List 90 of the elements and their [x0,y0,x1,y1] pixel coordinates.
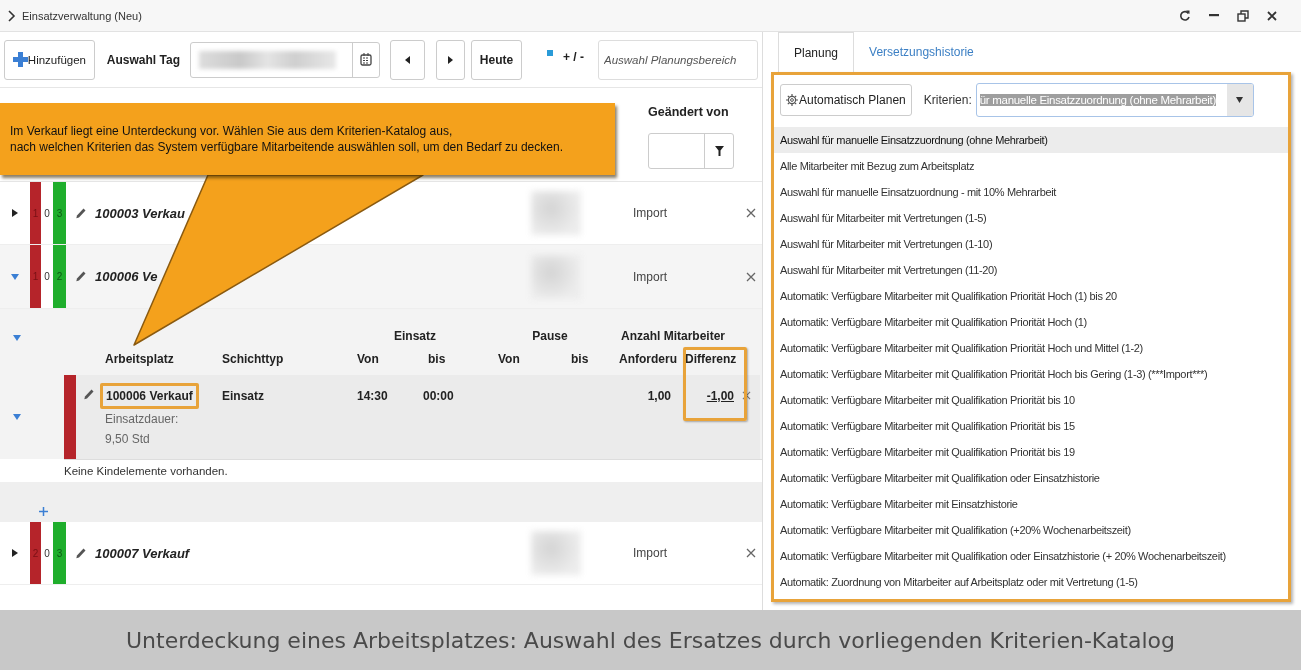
table-cell: 100006 Verkauf [106,389,193,403]
minimize-icon[interactable] [1209,14,1219,17]
dropdown-option[interactable]: Automatik: Verfügbare Mitarbeiter mit Qualifikation Priorität Hoch und Mittel (1-2) [774,335,1288,361]
column-header: bis [570,352,590,366]
column-header: Schichttyp [221,352,285,366]
restore-icon[interactable] [1237,9,1249,22]
refresh-icon[interactable] [1179,9,1191,22]
pencil-icon[interactable] [76,271,86,282]
dropdown-option[interactable]: Auswahl für manuelle Einsatzzuordnung (ohne Mehrarbeit) [774,127,1288,153]
group-header: Pause [531,329,569,343]
source-label: Import [633,269,667,284]
expand-collapse-toggle[interactable]: + / - [563,49,584,64]
column-header: Anforderu [618,352,678,366]
column-header: Arbeitsplatz [104,352,175,366]
count-badge: 2 [53,245,66,308]
close-icon[interactable] [746,271,756,282]
tab[interactable]: Planung [778,32,855,72]
empty-message: Keine Kindelemente vorhanden. [64,465,228,477]
pencil-icon[interactable] [76,547,86,559]
plus-icon [12,52,28,67]
dropdown-button[interactable] [1226,84,1253,116]
pencil-icon[interactable] [84,389,94,400]
dropdown-option[interactable]: Auswahl für Mitarbeiter mit Vertretungen (1-10) [774,231,1288,257]
selected-text: ür manuelle Einsatzzuordnung (ohne Mehrarbeit) [979,94,1216,106]
callout-text: Im Verkauf liegt eine Unterdeckung vor. Wählen Sie aus dem Kriterien-Katalog aus, [10,123,454,139]
toggle-square-icon[interactable] [547,49,553,56]
today-button[interactable]: Heute [470,39,523,80]
count-badge: 0 [41,245,53,308]
count-badge: 1 [30,245,41,308]
column-header: Geändert von [648,105,730,119]
dropdown-option[interactable]: Automatik: Verfügbare Mitarbeiter mit Einsatzhistorie [774,491,1288,517]
dropdown-option[interactable]: Automatik: Verfügbare Mitarbeiter mit Qualifikation (+20% Wochenarbeitszeit) [774,517,1288,543]
column-header: Von [356,352,380,366]
column-header: Von [497,352,521,366]
calendar-icon [360,53,373,66]
count-badge: 3 [53,182,66,244]
chevron-icon[interactable] [8,9,16,22]
gear-icon [786,94,798,106]
pencil-icon[interactable] [76,207,86,219]
auto-plan-button[interactable]: Automatisch Planen [780,84,912,116]
callout-text: nach welchen Kriterien das System verfügbare Mitarbeitende auswählen soll, um den Bedarf zu decken. [10,139,564,155]
dropdown-option[interactable]: Alle Mitarbeiter mit Bezug zum Arbeitsplatz [774,153,1288,179]
table-cell[interactable]: -1,00 [706,375,740,459]
column-header: bis [427,352,447,366]
source-label: Import [633,546,667,560]
table-cell-text: 1,00 [647,388,672,405]
dropdown-option[interactable]: Auswahl für manuelle Einsatzuordnung - mit 10% Mehrarbeit [774,179,1288,205]
left-arrow-icon [405,55,411,64]
dropdown-option[interactable]: Automatik: Verfügbare Mitarbeiter mit Qualifikation oder Einsatzhistorie [774,465,1288,491]
add-icon[interactable] [39,507,48,516]
caret-icon [1236,97,1244,103]
tab[interactable]: Versetzungshistorie [854,32,989,72]
close-icon[interactable] [1267,10,1277,21]
filter-icon [714,146,724,156]
group-header: Anzahl Mitarbeiter [620,329,726,343]
row-title: 100003 Verkau [95,205,186,221]
row-title: 100006 Ve [95,269,159,284]
close-icon[interactable] [746,548,756,558]
dropdown-option[interactable]: Automatik: Verfügbare Mitarbeiter mit Qualifikation Priorität Hoch bis Gering (1-3) (***Import***) [774,361,1288,387]
count-badge: 3 [53,522,66,584]
count-badge: 1 [30,182,41,244]
blurred-text-block [531,531,581,575]
duration-text: Einsatzdauer: 9,50 Std [104,411,180,448]
blurred-text-block [531,191,581,235]
criteria-label: Kriterien: [923,93,972,107]
dropdown-option[interactable]: Automatik: Verfügbare Mitarbeiter mit Qualifikation Priorität bis 10 [774,387,1288,413]
window-title: Einsatzverwaltung (Neu) [22,9,142,22]
dropdown-option[interactable]: Automatik: Verfügbare Mitarbeiter mit Qualifikation oder Einsatzhistorie (+ 20% Wochenarbeitszeit) [774,543,1288,569]
close-icon[interactable] [746,208,756,218]
table-cell-text: 14:30 [356,388,389,405]
table-cell-text: Einsatz [221,388,265,405]
table-cell-text: 00:00 [422,388,455,405]
column-header: Differenz [684,352,738,366]
filter-field[interactable] [648,133,734,169]
row-title: 100007 Verkauf [95,545,191,561]
dropdown-option[interactable]: Automatik: Verfügbare Mitarbeiter mit Qualifikation Priorität Hoch (1) [774,309,1288,335]
dropdown-option[interactable]: Automatik: Zuordnung von Mitarbeiter auf Arbeitsplatz oder mit Vertretung (1-5) [774,569,1288,595]
dropdown-option[interactable]: Auswahl für Mitarbeiter mit Vertretungen (11-20) [774,257,1288,283]
caption-text: Unterdeckung eines Arbeitsplatzes: Auswahl des Ersatzes durch vorliegenden Kriterien-Katalog [126,627,1175,653]
day-label: Auswahl Tag [106,52,180,67]
dropdown-option[interactable]: Automatik: Verfügbare Mitarbeiter mit Qualifikation Priorität bis 15 [774,413,1288,439]
dropdown-option[interactable]: Automatik: Verfügbare Mitarbeiter mit Qualifikation Priorität Hoch (1) bis 20 [774,283,1288,309]
source-label: Import [633,206,667,220]
right-arrow-icon [448,55,454,64]
dropdown-option[interactable]: Auswahl für Mitarbeiter mit Vertretungen (1-5) [774,205,1288,231]
area-search-field[interactable]: Auswahl Planungsbereich [598,39,758,80]
dropdown-option[interactable]: Automatik: Verfügbare Mitarbeiter mit Qualifikation Priorität bis 19 [774,439,1288,465]
add-button[interactable]: Hinzufügen [4,39,95,80]
date-field[interactable] [189,41,381,78]
group-header: Einsatz [393,329,437,343]
